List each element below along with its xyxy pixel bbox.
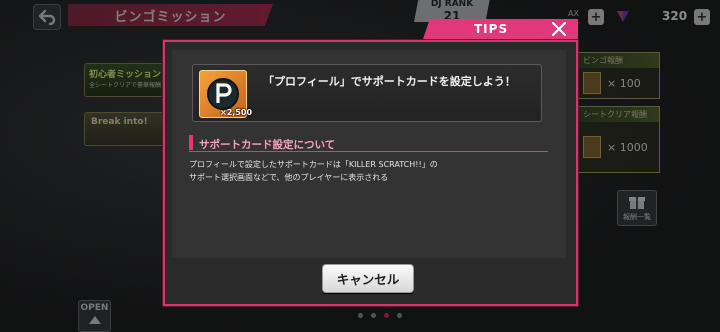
cancel-button[interactable]: キャンセル [322, 264, 414, 293]
tips-label: TIPS [474, 22, 509, 36]
mission-reward-count: ×2,500 [220, 108, 253, 117]
p-badge-icon [207, 78, 239, 110]
mission-description: 「プロフィール」でサポートカードを設定しよう！ [263, 75, 516, 88]
section-title: サポートカード設定について [199, 139, 336, 151]
tips-description: プロフィールで設定したサポートカードは「KILLER SCRATCH!!」の サ… [189, 158, 438, 184]
close-icon [551, 21, 567, 37]
section-divider [189, 151, 548, 152]
description-line: サポート選択画面などで、他のプレイヤーに表示される [189, 173, 389, 182]
description-line: プロフィールで設定したサポートカードは「KILLER SCRATCH!!」の [189, 160, 438, 169]
section-accent-bar [189, 135, 193, 150]
close-button[interactable] [548, 19, 570, 39]
